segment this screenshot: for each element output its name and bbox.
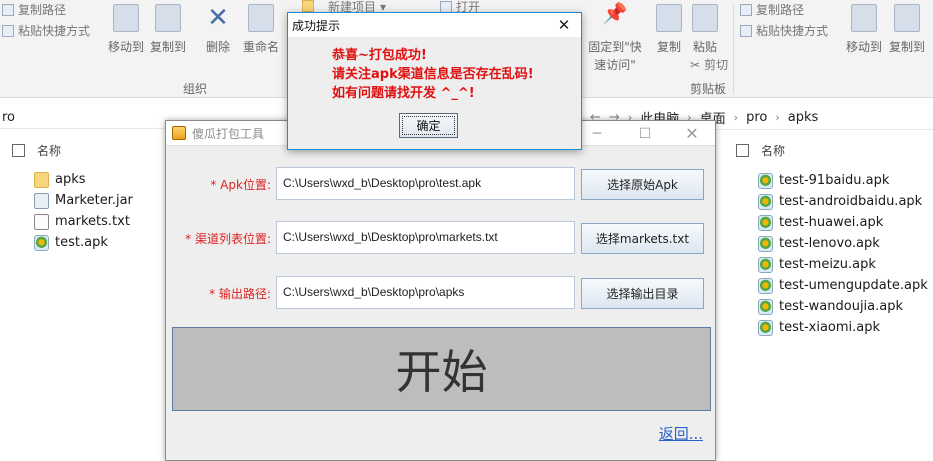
- apk-file-icon: [758, 298, 773, 315]
- back-link[interactable]: 返回...: [659, 423, 703, 444]
- copy-icon: [656, 4, 682, 32]
- move-to-button[interactable]: 移动到: [105, 4, 147, 55]
- list-item[interactable]: test-lenovo.apk: [758, 233, 928, 254]
- scissors-icon: ✂: [690, 57, 701, 72]
- delete-button[interactable]: ✕ 删除: [197, 4, 239, 55]
- select-all-checkbox[interactable]: [12, 144, 25, 157]
- apk-file-icon: [758, 319, 773, 336]
- channel-list-row: * 渠道列表位置: C:\Users\wxd_b\Desktop\pro\mar…: [166, 221, 717, 255]
- file-list-right: test-91baidu.apk test-androidbaidu.apk t…: [758, 170, 928, 338]
- apk-path-row: * Apk位置: C:\Users\wxd_b\Desktop\pro\test…: [166, 167, 717, 201]
- choose-output-dir-button[interactable]: 选择输出目录: [581, 278, 704, 309]
- paste-shortcut-icon: [740, 24, 752, 37]
- name-column-header-right[interactable]: 名称: [736, 142, 785, 159]
- apk-path-input[interactable]: C:\Users\wxd_b\Desktop\pro\test.apk: [276, 167, 575, 200]
- dialog-titlebar[interactable]: 成功提示 ✕: [288, 13, 581, 37]
- list-item[interactable]: test.apk: [34, 232, 133, 253]
- choose-apk-button[interactable]: 选择原始Apk: [581, 169, 704, 200]
- clipboard-icon: [692, 4, 718, 32]
- group-label-clipboard: 剪贴板: [690, 82, 727, 96]
- output-path-input[interactable]: C:\Users\wxd_b\Desktop\pro\apks: [276, 276, 575, 309]
- close-icon[interactable]: ✕: [547, 13, 581, 37]
- message-line: 如有问题请找开发 ^_^!: [332, 86, 475, 101]
- success-dialog: 成功提示 ✕ 恭喜~打包成功! 请关注apk渠道信息是否存在乱码! 如有问题请找…: [287, 12, 582, 150]
- channel-list-label: * 渠道列表位置:: [185, 232, 271, 246]
- delete-x-icon: ✕: [207, 3, 229, 33]
- copy-path-button[interactable]: 复制路径: [2, 1, 66, 18]
- copy-path-icon: [2, 3, 14, 16]
- channel-list-input[interactable]: C:\Users\wxd_b\Desktop\pro\markets.txt: [276, 221, 575, 254]
- list-item[interactable]: test-wandoujia.apk: [758, 296, 928, 317]
- list-item[interactable]: test-91baidu.apk: [758, 170, 928, 191]
- rename-icon: [248, 4, 274, 32]
- list-item[interactable]: test-xiaomi.apk: [758, 317, 928, 338]
- copy-path-icon: [740, 3, 752, 16]
- pin-icon: 📌: [602, 1, 628, 25]
- folder-icon: [302, 0, 314, 12]
- dialog-message: 恭喜~打包成功! 请关注apk渠道信息是否存在乱码! 如有问题请找开发 ^_^!: [332, 46, 534, 103]
- choose-markets-button[interactable]: 选择markets.txt: [581, 223, 704, 254]
- list-item[interactable]: test-huawei.apk: [758, 212, 928, 233]
- message-line: 恭喜~打包成功!: [332, 48, 427, 63]
- apk-file-icon: [758, 193, 773, 210]
- packager-window: 傻瓜打包工具 ─ ☐ ✕ * Apk位置: C:\Users\wxd_b\Des…: [165, 120, 716, 461]
- pin-quick-access-button[interactable]: 📌 固定到"快速访问": [587, 1, 643, 74]
- output-path-label: * 输出路径:: [209, 287, 271, 301]
- dialog-title: 成功提示: [292, 18, 341, 33]
- apk-file-icon: [758, 214, 773, 231]
- chevron-right-icon: ›: [733, 111, 739, 124]
- breadcrumb-item[interactable]: apks: [788, 110, 819, 125]
- apk-file-icon: [758, 235, 773, 252]
- new-folder-button[interactable]: [302, 0, 314, 12]
- list-item[interactable]: markets.txt: [34, 211, 133, 232]
- list-item[interactable]: test-androidbaidu.apk: [758, 191, 928, 212]
- window-title: 傻瓜打包工具: [192, 126, 265, 141]
- ok-button[interactable]: 确定: [399, 113, 458, 138]
- breadcrumb-item[interactable]: pro: [746, 110, 767, 125]
- apk-file-icon: [758, 277, 773, 294]
- list-item[interactable]: Marketer.jar: [34, 190, 133, 211]
- output-path-row: * 输出路径: C:\Users\wxd_b\Desktop\pro\apks …: [166, 276, 717, 310]
- group-label-organize: 组织: [183, 82, 208, 96]
- folder-icon: [34, 171, 49, 188]
- close-icon[interactable]: ✕: [669, 121, 715, 146]
- app-icon: [172, 126, 186, 140]
- apk-file-icon: [758, 172, 773, 189]
- name-column-header-left[interactable]: 名称: [12, 142, 61, 159]
- select-all-checkbox[interactable]: [736, 144, 749, 157]
- list-item[interactable]: test-umengupdate.apk: [758, 275, 928, 296]
- copy-to-button[interactable]: 复制到: [147, 4, 189, 55]
- maximize-icon[interactable]: ☐: [622, 121, 668, 146]
- copy-to-button-right[interactable]: 复制到: [886, 4, 928, 55]
- paste-shortcut-icon: [2, 24, 14, 37]
- jar-file-icon: [34, 192, 49, 209]
- paste-shortcut-button-right[interactable]: 粘贴快捷方式: [740, 22, 828, 39]
- ribbon-divider: [733, 4, 734, 94]
- message-line: 请关注apk渠道信息是否存在乱码!: [332, 67, 534, 82]
- move-to-button-right[interactable]: 移动到: [843, 4, 885, 55]
- move-to-icon: [113, 4, 139, 32]
- list-item[interactable]: apks: [34, 169, 133, 190]
- apk-file-icon: [758, 256, 773, 273]
- cut-button[interactable]: ✂ 剪切: [690, 56, 728, 73]
- list-item[interactable]: test-meizu.apk: [758, 254, 928, 275]
- chevron-right-icon: ›: [775, 111, 780, 124]
- open-icon: [440, 0, 452, 13]
- copy-to-icon: [894, 4, 920, 32]
- move-to-icon: [851, 4, 877, 32]
- apk-file-icon: [34, 234, 49, 251]
- paste-shortcut-button[interactable]: 粘贴快捷方式: [2, 22, 90, 39]
- file-list-left: apks Marketer.jar markets.txt test.apk: [34, 169, 133, 253]
- apk-path-label: * Apk位置:: [210, 178, 271, 192]
- copy-path-button-right[interactable]: 复制路径: [740, 1, 804, 18]
- start-button[interactable]: 开始: [172, 327, 711, 411]
- paste-button[interactable]: 粘贴: [684, 4, 726, 55]
- rename-button[interactable]: 重命名: [240, 4, 282, 55]
- copy-to-icon: [155, 4, 181, 32]
- text-file-icon: [34, 213, 49, 230]
